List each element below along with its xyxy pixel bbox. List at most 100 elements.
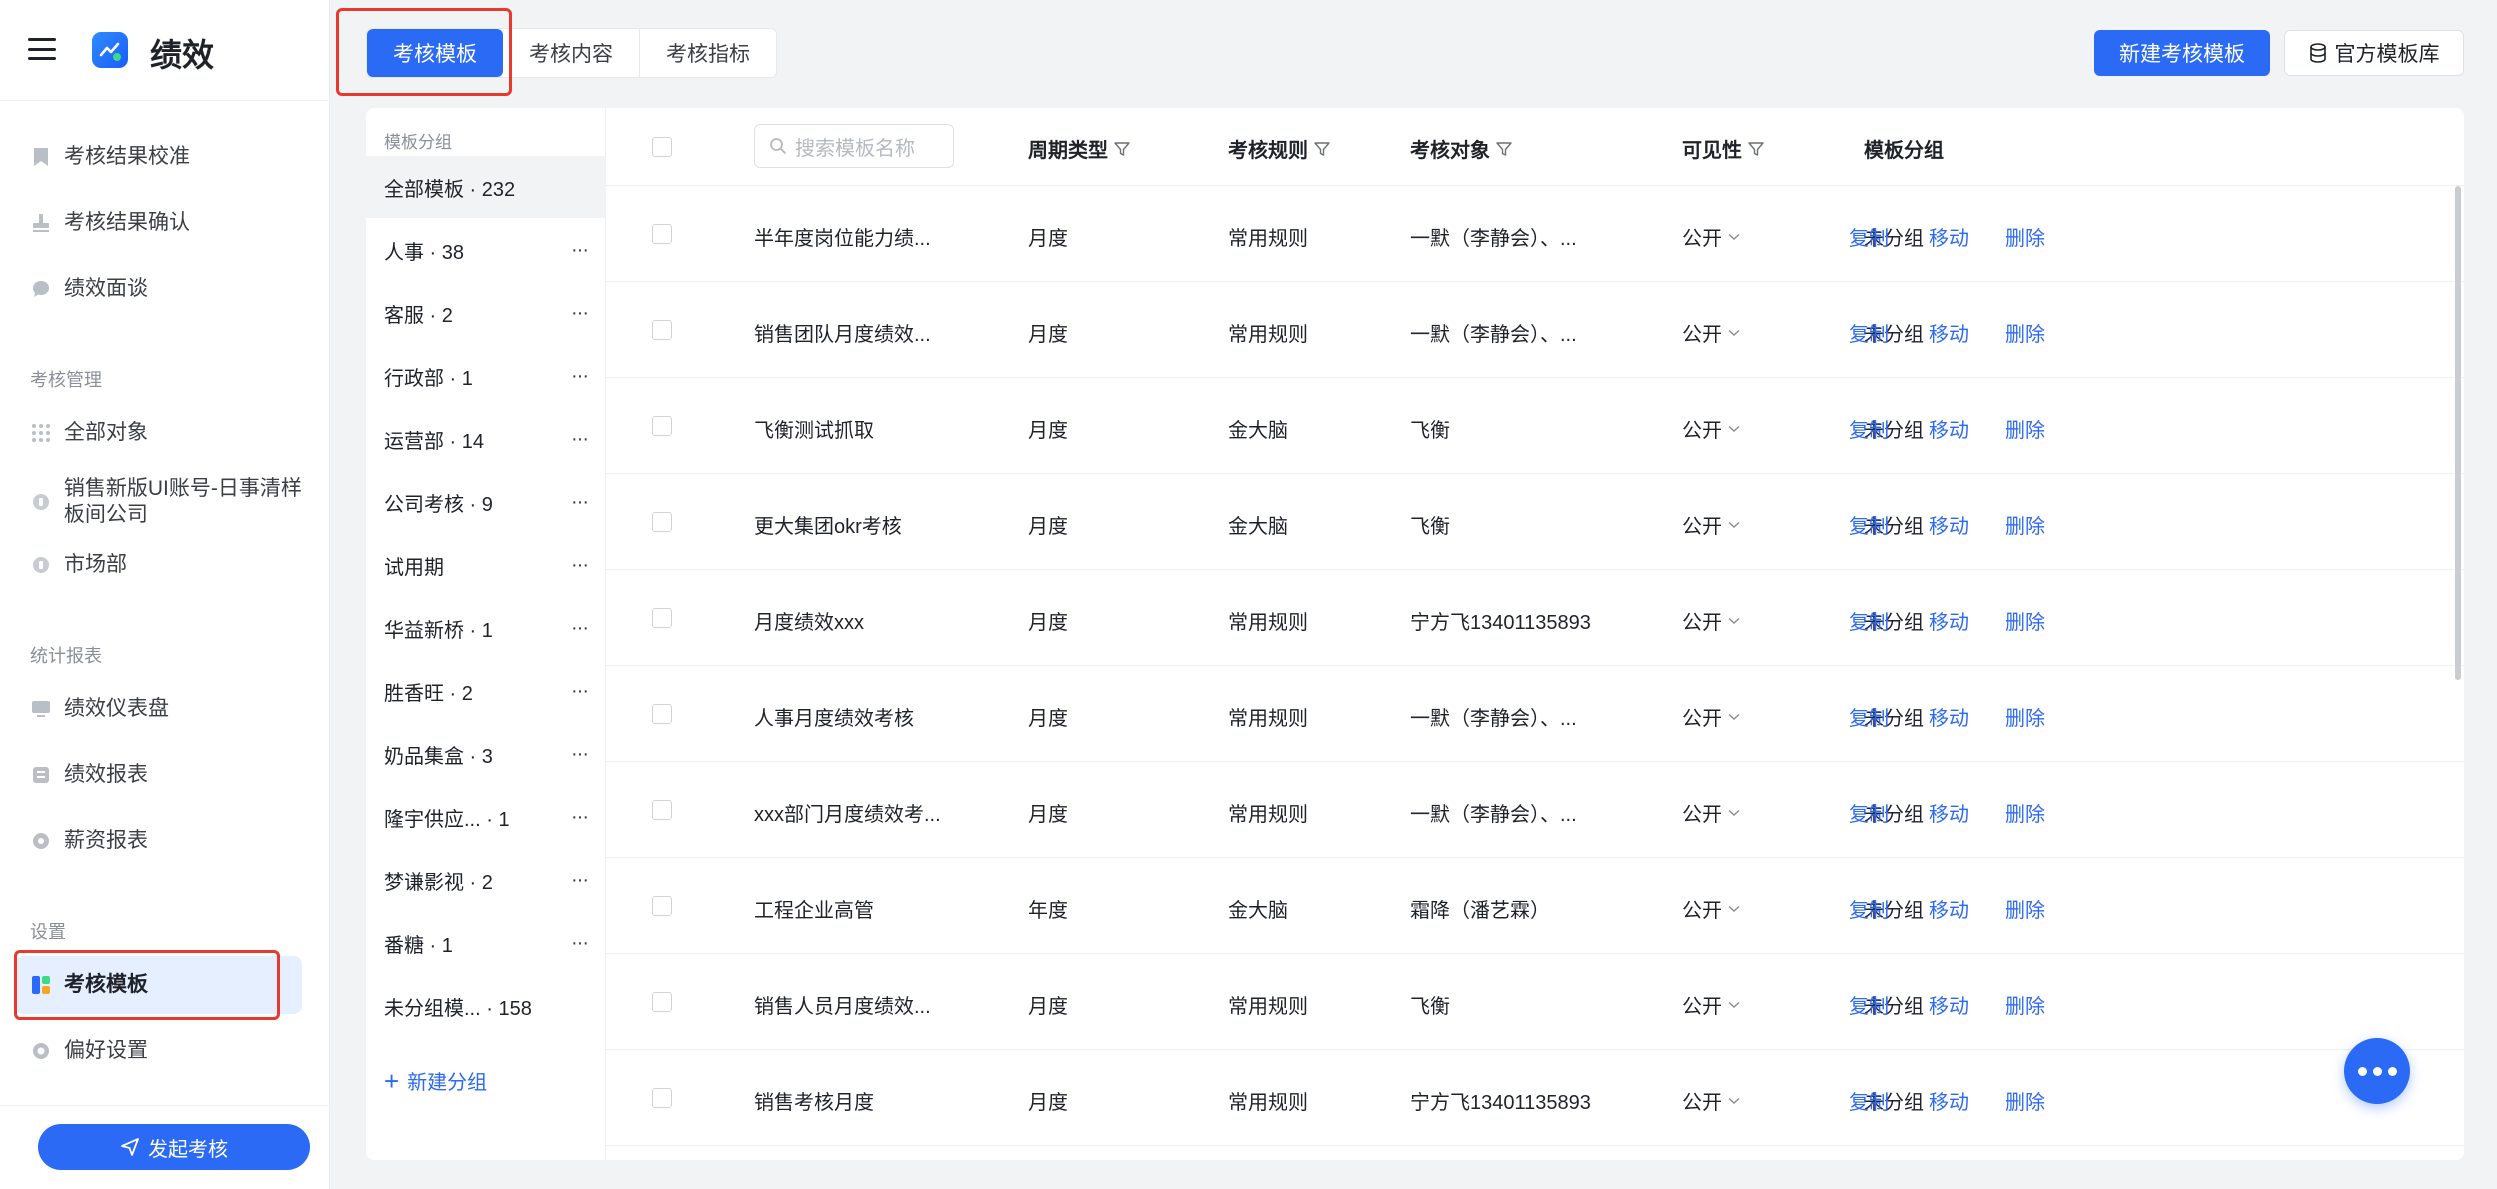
- nav-item-dashboard[interactable]: 绩效仪表盘: [16, 680, 302, 738]
- table-row[interactable]: 飞衡测试抓取 月度 金大脑 飞衡 未分组 公开 复制 移动 删除: [606, 378, 2464, 474]
- table-row[interactable]: 销售人员月度绩效... 月度 常用规则 飞衡 未分组 公开 复制 移动 删除: [606, 954, 2464, 1050]
- group-item[interactable]: 客服 · 2 ···: [366, 282, 606, 344]
- row-checkbox[interactable]: [652, 800, 672, 820]
- column-header-visibility[interactable]: 可见性: [1682, 134, 1764, 163]
- move-button[interactable]: 移动: [1929, 510, 1969, 539]
- visibility-select[interactable]: 公开: [1682, 222, 1740, 251]
- visibility-select[interactable]: 公开: [1682, 702, 1740, 731]
- group-item[interactable]: 未分组模... · 158: [366, 975, 606, 1037]
- visibility-select[interactable]: 公开: [1682, 318, 1740, 347]
- more-icon[interactable]: ···: [571, 680, 589, 703]
- table-row[interactable]: 工程企业高管 年度 金大脑 霜降（潘艺霖） 未分组 公开 复制 移动 删除: [606, 858, 2464, 954]
- menu-icon[interactable]: [28, 38, 56, 60]
- row-checkbox[interactable]: [652, 320, 672, 340]
- more-icon[interactable]: ···: [571, 869, 589, 892]
- visibility-select[interactable]: 公开: [1682, 606, 1740, 635]
- move-button[interactable]: 移动: [1929, 318, 1969, 347]
- group-item[interactable]: 隆宇供应... · 1 ···: [366, 786, 606, 848]
- row-checkbox[interactable]: [652, 224, 672, 244]
- row-checkbox[interactable]: [652, 512, 672, 532]
- delete-button[interactable]: 删除: [2005, 990, 2045, 1019]
- group-item[interactable]: 番糖 · 1 ···: [366, 912, 606, 974]
- more-icon[interactable]: ···: [571, 554, 589, 577]
- new-template-button[interactable]: 新建考核模板: [2094, 30, 2270, 76]
- move-button[interactable]: 移动: [1929, 606, 1969, 635]
- column-header-target[interactable]: 考核对象: [1410, 134, 1512, 163]
- group-item[interactable]: 公司考核 · 9 ···: [366, 471, 606, 533]
- copy-button[interactable]: 复制: [1849, 222, 1889, 251]
- row-checkbox[interactable]: [652, 1088, 672, 1108]
- delete-button[interactable]: 删除: [2005, 894, 2045, 923]
- filter-icon[interactable]: [1114, 141, 1130, 157]
- more-icon[interactable]: ···: [571, 428, 589, 451]
- nav-item-template[interactable]: 考核模板: [16, 956, 302, 1014]
- delete-button[interactable]: 删除: [2005, 606, 2045, 635]
- nav-item-salary-report[interactable]: 薪资报表: [16, 812, 302, 870]
- scrollbar[interactable]: [2455, 186, 2461, 680]
- table-row[interactable]: 销售考核月度 月度 常用规则 宁方飞13401135893 未分组 公开 复制 移动 删除: [606, 1050, 2464, 1146]
- nav-item-interview[interactable]: 绩效面谈: [16, 260, 302, 318]
- group-item[interactable]: 人事 · 38 ···: [366, 219, 606, 281]
- delete-button[interactable]: 删除: [2005, 798, 2045, 827]
- visibility-select[interactable]: 公开: [1682, 798, 1740, 827]
- filter-icon[interactable]: [1314, 141, 1330, 157]
- column-header-rule[interactable]: 考核规则: [1228, 134, 1330, 163]
- start-review-button[interactable]: 发起考核: [38, 1124, 310, 1170]
- table-row[interactable]: 半年度岗位能力绩... 月度 常用规则 一默（李静会）、... 未分组 公开 复制 移动 删除: [606, 186, 2464, 282]
- copy-button[interactable]: 复制: [1849, 798, 1889, 827]
- group-item[interactable]: 华益新桥 · 1 ···: [366, 597, 606, 659]
- select-all-checkbox[interactable]: [652, 137, 672, 157]
- delete-button[interactable]: 删除: [2005, 414, 2045, 443]
- visibility-select[interactable]: 公开: [1682, 894, 1740, 923]
- delete-button[interactable]: 删除: [2005, 1086, 2045, 1115]
- move-button[interactable]: 移动: [1929, 798, 1969, 827]
- visibility-select[interactable]: 公开: [1682, 414, 1740, 443]
- more-icon[interactable]: ···: [571, 743, 589, 766]
- move-button[interactable]: 移动: [1929, 990, 1969, 1019]
- group-item[interactable]: 胜香旺 · 2 ···: [366, 660, 606, 722]
- tab-content[interactable]: 考核内容: [503, 29, 639, 77]
- visibility-select[interactable]: 公开: [1682, 1086, 1740, 1115]
- move-button[interactable]: 移动: [1929, 894, 1969, 923]
- more-icon[interactable]: ···: [571, 365, 589, 388]
- table-row[interactable]: xxx部门月度绩效考... 月度 常用规则 一默（李静会）、... 未分组 公开 复制 移动删…: [606, 762, 2464, 858]
- move-button[interactable]: 移动: [1929, 1086, 1969, 1115]
- more-icon[interactable]: ···: [571, 617, 589, 640]
- table-row[interactable]: 更大集团okr考核 月度 金大脑 飞衡 未分组 公开 复制 移动 删除: [606, 474, 2464, 570]
- more-icon[interactable]: ···: [571, 806, 589, 829]
- group-item[interactable]: 行政部 · 1 ···: [366, 345, 606, 407]
- copy-button[interactable]: 复制: [1849, 606, 1889, 635]
- row-checkbox[interactable]: [652, 416, 672, 436]
- nav-item-result-confirm[interactable]: 考核结果确认: [16, 194, 302, 252]
- row-checkbox[interactable]: [652, 608, 672, 628]
- group-item[interactable]: 奶品集盒 · 3 ···: [366, 723, 606, 785]
- new-group-button[interactable]: + 新建分组: [384, 1066, 487, 1095]
- nav-item-marketing[interactable]: 市场部: [16, 536, 302, 594]
- row-checkbox[interactable]: [652, 896, 672, 916]
- delete-button[interactable]: 删除: [2005, 318, 2045, 347]
- more-icon[interactable]: ···: [571, 302, 589, 325]
- row-checkbox[interactable]: [652, 992, 672, 1012]
- visibility-select[interactable]: 公开: [1682, 510, 1740, 539]
- filter-icon[interactable]: [1496, 141, 1512, 157]
- group-item[interactable]: 试用期 ···: [366, 534, 606, 596]
- nav-item-preferences[interactable]: 偏好设置: [16, 1022, 302, 1080]
- move-button[interactable]: 移动: [1929, 222, 1969, 251]
- nav-item-all-targets[interactable]: 全部对象: [16, 404, 302, 462]
- tab-template[interactable]: 考核模板: [367, 29, 503, 77]
- row-checkbox[interactable]: [652, 704, 672, 724]
- official-library-button[interactable]: 官方模板库: [2284, 30, 2464, 76]
- nav-item-sales-company[interactable]: 销售新版UI账号-日事清样板间公司: [16, 466, 302, 538]
- copy-button[interactable]: 复制: [1849, 702, 1889, 731]
- table-row[interactable]: 月度绩效xxx 月度 常用规则 宁方飞13401135893 未分组 公开 复制 移动 删除: [606, 570, 2464, 666]
- tab-indicator[interactable]: 考核指标: [640, 29, 776, 77]
- nav-item-result-calibration[interactable]: 考核结果校准: [16, 128, 302, 186]
- column-header-period[interactable]: 周期类型: [1028, 134, 1130, 163]
- table-row[interactable]: 人事月度绩效考核 月度 常用规则 一默（李静会）、... 未分组 公开 复制 移动 删除: [606, 666, 2464, 762]
- group-item[interactable]: 梦谦影视 · 2 ···: [366, 849, 606, 911]
- delete-button[interactable]: 删除: [2005, 702, 2045, 731]
- nav-item-report[interactable]: 绩效报表: [16, 746, 302, 804]
- copy-button[interactable]: 复制: [1849, 414, 1889, 443]
- copy-button[interactable]: 复制: [1849, 510, 1889, 539]
- delete-button[interactable]: 删除: [2005, 222, 2045, 251]
